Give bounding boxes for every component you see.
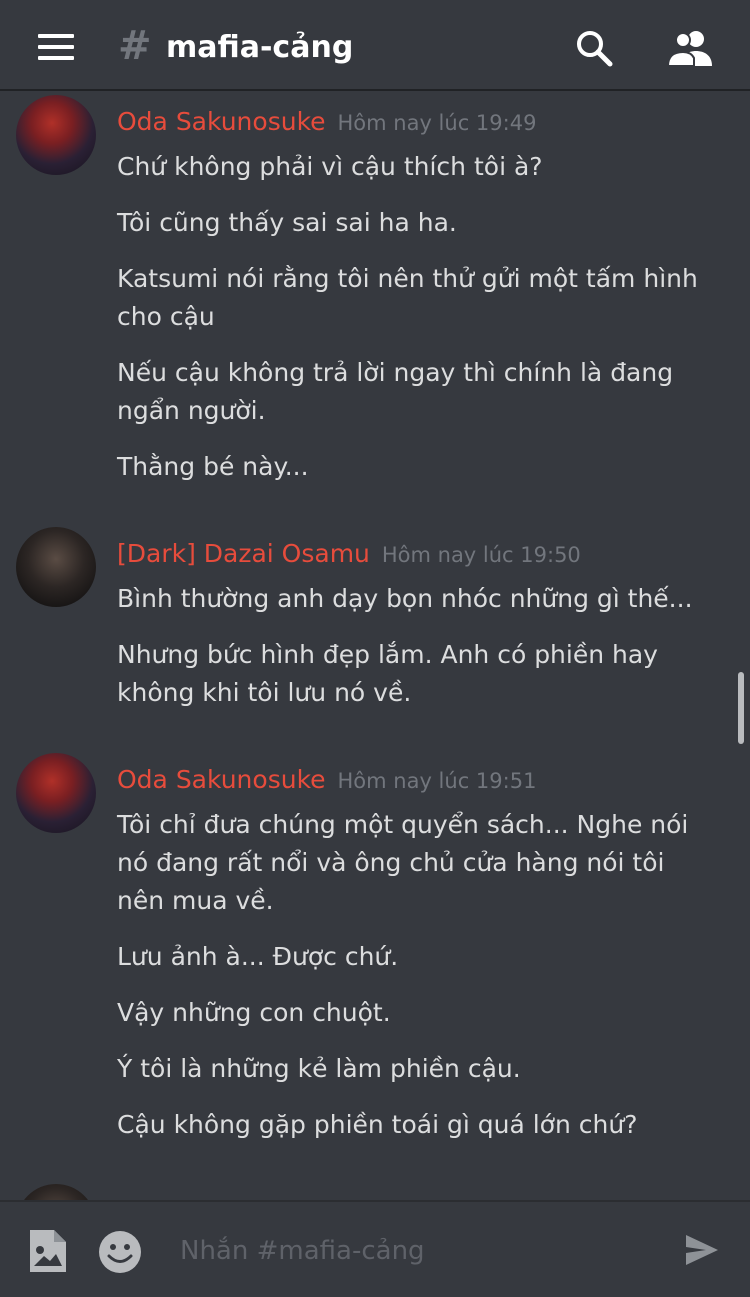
message-list[interactable]: Oda Sakunosuke Hôm nay lúc 19:49 Chứ khô… xyxy=(0,91,750,1201)
message-text: Vậy những con chuột. xyxy=(117,998,391,1027)
message-text: Chứ không phải vì cậu thích tôi à? xyxy=(117,152,543,181)
message-text: Lưu ảnh à... Được chứ. xyxy=(117,942,399,971)
message-timestamp: Hôm nay lúc 19:50 xyxy=(381,543,581,567)
message-header: [Dark] Dazai Osamu Hôm nay lúc 19:50 xyxy=(117,537,581,572)
message-input[interactable] xyxy=(174,1228,666,1274)
message-text: Ý tôi là những kẻ làm phiền cậu. xyxy=(117,1054,521,1083)
image-upload-icon[interactable] xyxy=(28,1228,68,1274)
send-icon[interactable] xyxy=(684,1232,720,1268)
author-name[interactable]: Oda Sakunosuke xyxy=(117,765,326,794)
message-text: Katsumi nói rằng tôi nên thử gửi một tấm… xyxy=(117,264,698,331)
avatar[interactable] xyxy=(16,753,96,833)
avatar[interactable] xyxy=(16,95,96,175)
avatar[interactable] xyxy=(16,1184,96,1201)
message-text: Thằng bé này... xyxy=(117,452,309,481)
message-text: Bình thường anh dạy bọn nhóc những gì th… xyxy=(117,584,693,613)
members-icon[interactable] xyxy=(666,28,714,68)
channel-title: mafia-cảng xyxy=(166,30,354,65)
message-header: Oda Sakunosuke Hôm nay lúc 19:51 xyxy=(117,763,536,798)
message-header: Oda Sakunosuke Hôm nay lúc 19:49 xyxy=(117,105,536,140)
hamburger-menu-icon[interactable] xyxy=(38,34,74,60)
channel-hash-icon: # xyxy=(118,23,152,69)
message-timestamp: Hôm nay lúc 19:51 xyxy=(337,769,537,793)
scrollbar-thumb[interactable] xyxy=(738,672,744,744)
author-name[interactable]: [Dark] Dazai Osamu xyxy=(117,539,370,568)
message-timestamp: Hôm nay lúc 19:49 xyxy=(337,111,537,135)
message-text: Cậu không gặp phiền toái gì quá lớn chứ? xyxy=(117,1110,638,1139)
search-icon[interactable] xyxy=(574,28,614,68)
message-text: Tôi cũng thấy sai sai ha ha. xyxy=(117,208,457,237)
emoji-icon[interactable] xyxy=(98,1230,142,1274)
message-composer xyxy=(0,1200,750,1297)
message-text: Nếu cậu không trả lời ngay thì chính là … xyxy=(117,358,674,425)
author-name[interactable]: Oda Sakunosuke xyxy=(117,107,326,136)
channel-header: # mafia-cảng xyxy=(0,0,750,91)
message-text: Nhưng bức hình đẹp lắm. Anh có phiền hay… xyxy=(117,640,658,707)
avatar[interactable] xyxy=(16,527,96,607)
message-text: Tôi chỉ đưa chúng một quyển sách... Nghe… xyxy=(117,810,689,915)
